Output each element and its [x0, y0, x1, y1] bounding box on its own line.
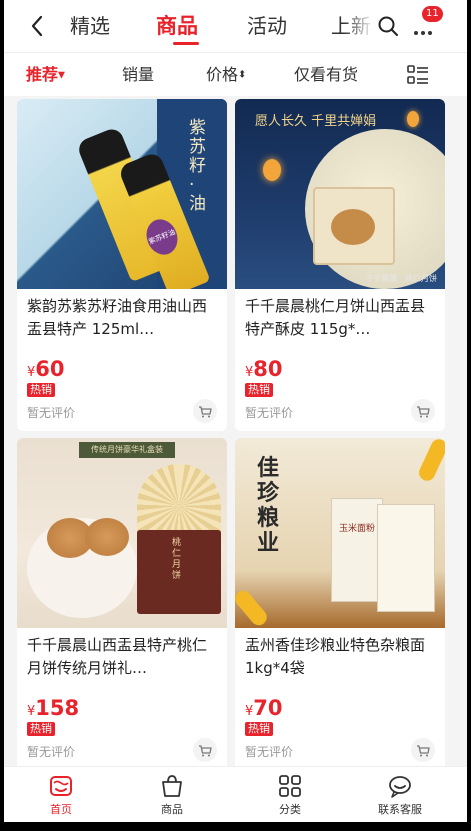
filter-price[interactable]: 价格⬍ [206, 65, 246, 86]
price-value: 80 [253, 357, 283, 381]
price-value: 70 [253, 696, 283, 720]
list-layout-icon[interactable] [406, 63, 430, 87]
flour-bag-label: 玉米面粉 [339, 524, 376, 534]
bottom-nav-home-label: 首页 [50, 803, 72, 816]
lantern-icon [407, 111, 419, 127]
bottom-nav-products-label: 商品 [161, 803, 183, 816]
bottom-nav-home[interactable]: 首页 [21, 773, 101, 817]
app-screen: 精选 商品 活动 上新 11 推荐▼ 销量 价格⬍ 仅看有货 [4, 0, 467, 831]
bottom-nav-products[interactable]: 商品 [132, 773, 212, 817]
chevron-left-icon[interactable] [26, 12, 50, 40]
category-grid-icon [279, 775, 301, 797]
tab-products[interactable]: 商品 [156, 12, 198, 40]
bottom-nav: 首页 商品 分类 联系客服 [4, 766, 467, 822]
product-card[interactable]: 佳珍粮业 玉米面粉 盂州香佳珍粮业特色杂粮面 1kg*4袋 ¥70 热销 暂无评… [235, 438, 445, 770]
product-card[interactable]: 紫苏籽·油 紫苏籽油 紫韵苏紫苏籽油食用油山西盂县特产 125ml… ¥60 热… [17, 99, 227, 431]
filter-in-stock[interactable]: 仅看有货 [294, 65, 358, 85]
banner-strip: 传统月饼豪华礼盒装 [79, 442, 175, 458]
cart-icon[interactable] [411, 738, 435, 762]
flour-bag [377, 504, 435, 612]
notification-badge: 11 [422, 6, 443, 22]
oil-box-text: 紫苏籽·油 [189, 118, 206, 214]
tab-featured[interactable]: 精选 [70, 12, 110, 40]
filter-price-label: 价格 [206, 65, 239, 84]
bottom-nav-category-label: 分类 [279, 803, 301, 816]
review-status: 暂无评价 [27, 745, 76, 759]
bottom-nav-customer-service-label: 联系客服 [378, 803, 422, 816]
cart-icon[interactable] [193, 738, 217, 762]
chat-service-icon [389, 776, 411, 798]
product-image[interactable]: 佳珍粮业 玉米面粉 [235, 438, 445, 628]
tab-activities[interactable]: 活动 [247, 12, 287, 40]
flour-bag [331, 498, 383, 602]
product-title[interactable]: 盂州香佳珍粮业特色杂粮面 1kg*4袋 [245, 634, 437, 682]
corn-icon [235, 587, 270, 628]
bottom-nav-category[interactable]: 分类 [250, 773, 330, 817]
bottom-nav-customer-service[interactable]: 联系客服 [360, 773, 440, 817]
sort-arrows-icon: ⬍ [238, 69, 247, 81]
review-status: 暂无评价 [27, 406, 76, 420]
hot-sale-badge: 热销 [245, 722, 273, 736]
mooncake [85, 518, 129, 556]
hot-sale-badge: 热销 [245, 383, 273, 397]
product-price: ¥70 [245, 696, 283, 720]
top-nav: 精选 商品 活动 上新 11 [4, 0, 467, 52]
product-image[interactable]: 紫苏籽·油 紫苏籽油 [17, 99, 227, 289]
product-card[interactable]: 愿人长久 千里共婵娟 千千晨晨 · 桃仁月饼 千千晨晨桃仁月饼山西盂县特产酥皮 … [235, 99, 445, 431]
gift-box-label: 桃仁月饼 [172, 538, 182, 581]
system-home-bar [4, 822, 467, 831]
filter-bar: 推荐▼ 销量 价格⬍ 仅看有货 [4, 52, 467, 96]
cart-icon[interactable] [411, 399, 435, 423]
product-title[interactable]: 千千晨晨桃仁月饼山西盂县特产酥皮 115g*… [245, 295, 437, 343]
hot-sale-badge: 热销 [27, 383, 55, 397]
home-icon [50, 776, 72, 796]
product-image[interactable]: 愿人长久 千里共婵娟 千千晨晨 · 桃仁月饼 [235, 99, 445, 289]
tab-fade-overlay [344, 0, 374, 52]
hot-sale-badge: 热销 [27, 722, 55, 736]
price-value: 158 [35, 696, 80, 720]
product-title[interactable]: 千千晨晨山西盂县特产桃仁月饼传统月饼礼… [27, 634, 219, 682]
poster-caption: 千千晨晨 · 桃仁月饼 [365, 274, 437, 283]
filter-recommend-label: 推荐 [26, 65, 59, 84]
product-image[interactable]: 传统月饼豪华礼盒装 桃仁月饼 [17, 438, 227, 628]
filter-recommend[interactable]: 推荐▼ [26, 65, 65, 86]
filter-sales[interactable]: 销量 [122, 65, 154, 85]
review-status: 暂无评价 [245, 745, 294, 759]
caret-down-icon: ▼ [58, 70, 65, 81]
cart-icon[interactable] [193, 399, 217, 423]
corn-icon [416, 438, 445, 484]
review-status: 暂无评价 [245, 406, 294, 420]
product-price: ¥158 [27, 696, 79, 720]
product-title[interactable]: 紫韵苏紫苏籽油食用油山西盂县特产 125ml… [27, 295, 219, 343]
active-tab-indicator [173, 42, 199, 45]
search-icon[interactable] [376, 14, 400, 38]
lantern-icon [263, 159, 281, 181]
shopping-bag-icon [162, 775, 182, 797]
price-value: 60 [35, 357, 65, 381]
product-card[interactable]: 传统月饼豪华礼盒装 桃仁月饼 千千晨晨山西盂县特产桃仁月饼传统月饼礼… ¥158… [17, 438, 227, 770]
product-price: ¥80 [245, 357, 283, 381]
poster-title: 佳珍粮业 [257, 456, 280, 556]
mooncake [331, 209, 375, 245]
product-price: ¥60 [27, 357, 65, 381]
poster-slogan: 愿人长久 千里共婵娟 [255, 114, 377, 129]
